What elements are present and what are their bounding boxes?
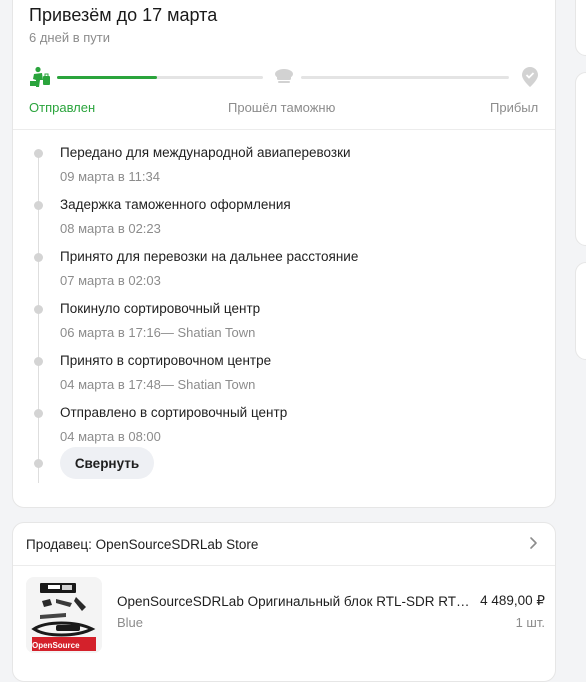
divider	[13, 129, 555, 130]
event-title: Покинуло сортировочный центр	[60, 301, 261, 316]
event-time: 04 марта в 17:48— Shatian Town	[60, 377, 256, 392]
timeline-event: Отправлено в сортировочный центр 04 март…	[27, 399, 527, 451]
step-label-sent: Отправлен	[29, 100, 96, 115]
product-image[interactable]: OpenSource	[26, 577, 102, 653]
timeline-event: Покинуло сортировочный центр 06 марта в …	[27, 295, 527, 347]
timeline-dot	[34, 305, 43, 314]
person-with-luggage-icon	[30, 66, 50, 87]
timeline-event: Передано для международной авиаперевозки…	[27, 139, 527, 191]
timeline-dot	[34, 253, 43, 262]
seller-card: Продавец: OpenSourceSDRLab Store OpenSou…	[12, 522, 556, 682]
event-time: 08 марта в 02:23	[60, 221, 161, 236]
tracking-card: Привезём до 17 марта 6 дней в пути Отпра…	[12, 0, 556, 508]
progress-track-2	[301, 76, 509, 79]
location-pin-icon	[522, 67, 538, 87]
event-time: 04 марта в 08:00	[60, 429, 161, 444]
event-title: Задержка таможенного оформления	[60, 197, 291, 212]
timeline-dot	[34, 357, 43, 366]
customs-officer-cap-icon	[275, 69, 293, 83]
chevron-right-icon	[530, 537, 537, 549]
step-label-customs: Прошёл таможню	[228, 100, 336, 115]
event-title: Отправлено в сортировочный центр	[60, 405, 288, 420]
progress-fill	[57, 76, 157, 79]
product-variant: Blue	[117, 615, 144, 630]
event-time: 07 марта в 02:03	[60, 273, 161, 288]
event-time: 09 марта в 11:34	[60, 169, 160, 184]
seller-link[interactable]: Продавец: OpenSourceSDRLab Store	[13, 523, 555, 566]
product-price: 4 489,00 ₽	[480, 593, 545, 608]
event-time: 06 марта в 17:16— Shatian Town	[60, 325, 256, 340]
product-image-brand: OpenSource	[32, 641, 80, 650]
timeline-dot	[34, 149, 43, 158]
product-title[interactable]: OpenSourceSDRLab Оригинальный блок RTL-S…	[117, 594, 473, 609]
step-label-arrived: Прибыл	[490, 100, 539, 115]
side-card-middle	[575, 72, 586, 246]
event-title: Принято для перевозки на дальнее расстоя…	[60, 249, 359, 264]
timeline-dot	[34, 459, 43, 468]
seller-name: Продавец: OpenSourceSDRLab Store	[26, 537, 259, 552]
delivery-title: Привезём до 17 марта	[29, 5, 218, 25]
event-title: Принято в сортировочном центре	[60, 353, 272, 368]
timeline-event: Задержка таможенного оформления 08 марта…	[27, 191, 527, 243]
event-title: Передано для международной авиаперевозки	[60, 145, 351, 160]
timeline-event: Принято для перевозки на дальнее расстоя…	[27, 243, 527, 295]
delivery-subtitle: 6 дней в пути	[29, 30, 110, 45]
side-card-top	[575, 0, 586, 56]
timeline-dot	[34, 201, 43, 210]
timeline-dot	[34, 409, 43, 418]
timeline-event: Принято в сортировочном центре 04 марта …	[27, 347, 527, 399]
product-quantity: 1 шт.	[515, 615, 545, 630]
collapse-button[interactable]: Свернуть	[60, 447, 154, 479]
side-card-bottom	[575, 262, 586, 360]
